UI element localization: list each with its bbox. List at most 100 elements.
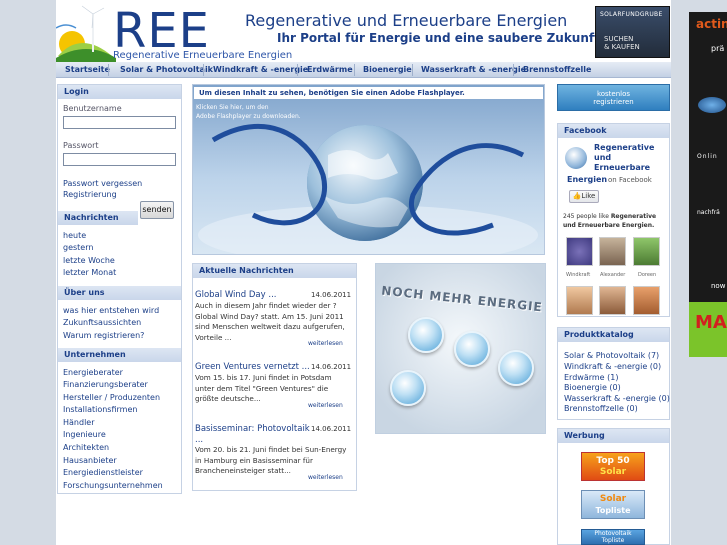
login-submit-button[interactable]: senden xyxy=(140,201,174,219)
news-item-date: 14.06.2011 xyxy=(311,363,352,371)
company-category-item[interactable]: Ingenieure xyxy=(63,430,106,439)
password-label: Passwort xyxy=(63,141,99,150)
news-item-date: 14.06.2011 xyxy=(311,291,352,299)
catalog-item[interactable]: Bioenergie (0) xyxy=(564,383,621,392)
catalog-item[interactable]: Windkraft & -energie (0) xyxy=(564,362,661,371)
news-item-excerpt: Vom 20. bis 21. Juni findet bei Sun-Ener… xyxy=(195,445,346,477)
news-nav-item[interactable]: letzter Monat xyxy=(63,268,116,277)
username-input[interactable] xyxy=(63,116,176,129)
news-item-title[interactable]: Green Ventures vernetzt ... xyxy=(195,362,310,372)
site-subtitle: Ihr Portal für Energie und eine saubere … xyxy=(277,31,600,45)
facebook-fan-count: 245 people like Regenerative und Erneuer… xyxy=(563,212,668,230)
news-excerpt-line: in Hamburg ein Basisseminar für xyxy=(195,455,313,465)
read-more-link[interactable]: weiterlesen xyxy=(308,402,343,409)
fb-page-name-2: und xyxy=(594,153,612,162)
catalog-item[interactable]: Erdwärme (1) xyxy=(564,373,618,382)
registration-link[interactable]: Registrierung xyxy=(63,190,117,199)
forgot-password-link[interactable]: Passwort vergessen xyxy=(63,179,142,188)
company-category-item[interactable]: Forschungsunternehmen xyxy=(63,481,163,490)
news-nav-heading: Nachrichten xyxy=(58,211,138,225)
register-free-button[interactable]: kostenlos registrieren xyxy=(557,84,670,111)
news-item-date: 14.06.2011 xyxy=(311,425,352,433)
flash-download-hint[interactable]: Klicken Sie hier, um den Adobe Flashplaye… xyxy=(196,103,301,121)
solar-topliste-banner[interactable]: Solar Topliste xyxy=(581,490,645,519)
solar-orb-icon xyxy=(454,331,490,367)
news-excerpt-line: sind Menschen weltweit dazu aufgerufen, xyxy=(195,322,345,331)
company-category-item[interactable]: Hausanbieter xyxy=(63,456,117,465)
skyscraper-text-5: now xyxy=(711,282,726,290)
about-heading: Über uns xyxy=(58,286,181,300)
about-item[interactable]: Warum registrieren? xyxy=(63,331,144,340)
wind-orb-icon xyxy=(408,317,444,353)
flash-notice: Um diesen Inhalt zu sehen, benötigen Sie… xyxy=(194,87,543,99)
fan-avatar[interactable] xyxy=(599,286,626,315)
nav-separator xyxy=(297,64,298,76)
news-excerpt-line: Global Wind Day? statt. Am 15. Juni 2011 xyxy=(195,311,344,321)
news-nav-item[interactable]: gestern xyxy=(63,243,93,252)
nav-separator xyxy=(513,64,514,76)
banner3-bottom: Topliste xyxy=(601,537,625,544)
nav-solar[interactable]: Solar & Photovoltaik xyxy=(116,62,217,78)
company-category-item[interactable]: Händler xyxy=(63,418,95,427)
fan-name: Windkraft xyxy=(566,272,591,278)
company-category-item[interactable]: Architekten xyxy=(63,443,109,452)
fan-avatar[interactable] xyxy=(566,237,593,266)
register-line-2: registrieren xyxy=(593,98,634,106)
fan-avatar[interactable] xyxy=(566,286,593,315)
nav-erdwaerme[interactable]: Erdwärme xyxy=(303,62,357,78)
banner1-top: Top 50 xyxy=(596,456,630,466)
read-more-link[interactable]: weiterlesen xyxy=(308,340,343,347)
promo-brand: SOLARFUNDGRUBE xyxy=(600,11,663,18)
top50-solar-banner[interactable]: Top 50 Solar xyxy=(581,452,645,481)
site-title: Regenerative und Erneuerbare Energien xyxy=(245,11,568,30)
about-item[interactable]: was hier entstehen wird xyxy=(63,306,159,315)
nav-bioenergie[interactable]: Bioenergie xyxy=(359,62,416,78)
product-catalog-heading: Produktkatalog xyxy=(558,328,669,342)
logo-subtitle: Regenerative Erneuerbare Energien xyxy=(113,50,293,61)
fan-avatar[interactable] xyxy=(633,286,660,315)
banner2-top: Solar xyxy=(599,494,627,504)
facebook-page-name[interactable]: Regenerative und Erneuerbare xyxy=(594,143,654,173)
fan-count-text: 245 people like xyxy=(563,213,609,220)
fan-avatar[interactable] xyxy=(599,237,626,266)
news-item-excerpt: Vom 15. bis 17. Juni findet in Potsdam u… xyxy=(195,373,332,405)
fan-avatar[interactable] xyxy=(633,237,660,266)
catalog-item[interactable]: Solar & Photovoltaik (7) xyxy=(564,351,659,360)
company-category-item[interactable]: Energieberater xyxy=(63,368,123,377)
news-item-title[interactable]: Global Wind Day ... xyxy=(195,290,276,300)
skyscraper-text-1: acting xyxy=(696,17,727,31)
read-more-link[interactable]: weiterlesen xyxy=(308,474,343,481)
nav-separator xyxy=(203,64,204,76)
company-category-item[interactable]: Hersteller / Produzenten xyxy=(63,393,160,402)
solarfundgrube-banner[interactable]: SOLARFUNDGRUBE SUCHEN & KAUFEN xyxy=(595,6,670,58)
password-input[interactable] xyxy=(63,153,176,166)
company-category-item[interactable]: Finanzierungsberater xyxy=(63,380,148,389)
promo-text-2: & KAUFEN xyxy=(604,43,640,51)
facebook-like-button[interactable]: 👍Like xyxy=(569,190,599,203)
about-item[interactable]: Zukunftsaussichten xyxy=(63,318,141,327)
company-category-item[interactable]: Installationsfirmen xyxy=(63,405,137,414)
news-excerpt-line: Vom 20. bis 21. Juni findet bei Sun-Ener… xyxy=(195,445,347,454)
catalog-item[interactable]: Wasserkraft & -energie (0) xyxy=(564,394,670,403)
facebook-page-name-last[interactable]: Energien xyxy=(567,175,607,184)
nav-separator xyxy=(412,64,413,76)
skyscraper-ad[interactable]: acting prä Onlin nachfrä now MA xyxy=(689,12,727,357)
logo-text: REE xyxy=(113,3,211,59)
fan-page-name-2: Erneuerbare Energien. xyxy=(577,222,655,229)
news-nav-item[interactable]: letzte Woche xyxy=(63,256,115,265)
news-nav-item[interactable]: heute xyxy=(63,231,86,240)
skyscraper-logo-icon xyxy=(698,97,726,113)
banner3-top: Photovoltaik xyxy=(594,530,632,537)
nav-brennstoffzelle[interactable]: Brennstoffzelle xyxy=(519,62,595,78)
catalog-item[interactable]: Brennstoffzelle (0) xyxy=(564,404,638,413)
facebook-page-avatar[interactable] xyxy=(565,147,587,169)
skyscraper-text-4: nachfrä xyxy=(697,209,720,216)
nav-startseite[interactable]: Startseite xyxy=(61,62,114,78)
fb-page-name-3: Erneuerbare xyxy=(594,163,651,172)
news-item-title[interactable]: Basisseminar: Photovoltaik xyxy=(195,424,310,434)
news-excerpt-line: unter dem Titel "Green Ventures" die xyxy=(195,383,329,393)
company-category-item[interactable]: Energiedienstleister xyxy=(63,468,143,477)
house-orb-icon xyxy=(390,370,426,406)
photovoltaik-topliste-banner[interactable]: Photovoltaik Topliste xyxy=(581,529,645,545)
promo-text-1: SUCHEN xyxy=(604,35,634,43)
